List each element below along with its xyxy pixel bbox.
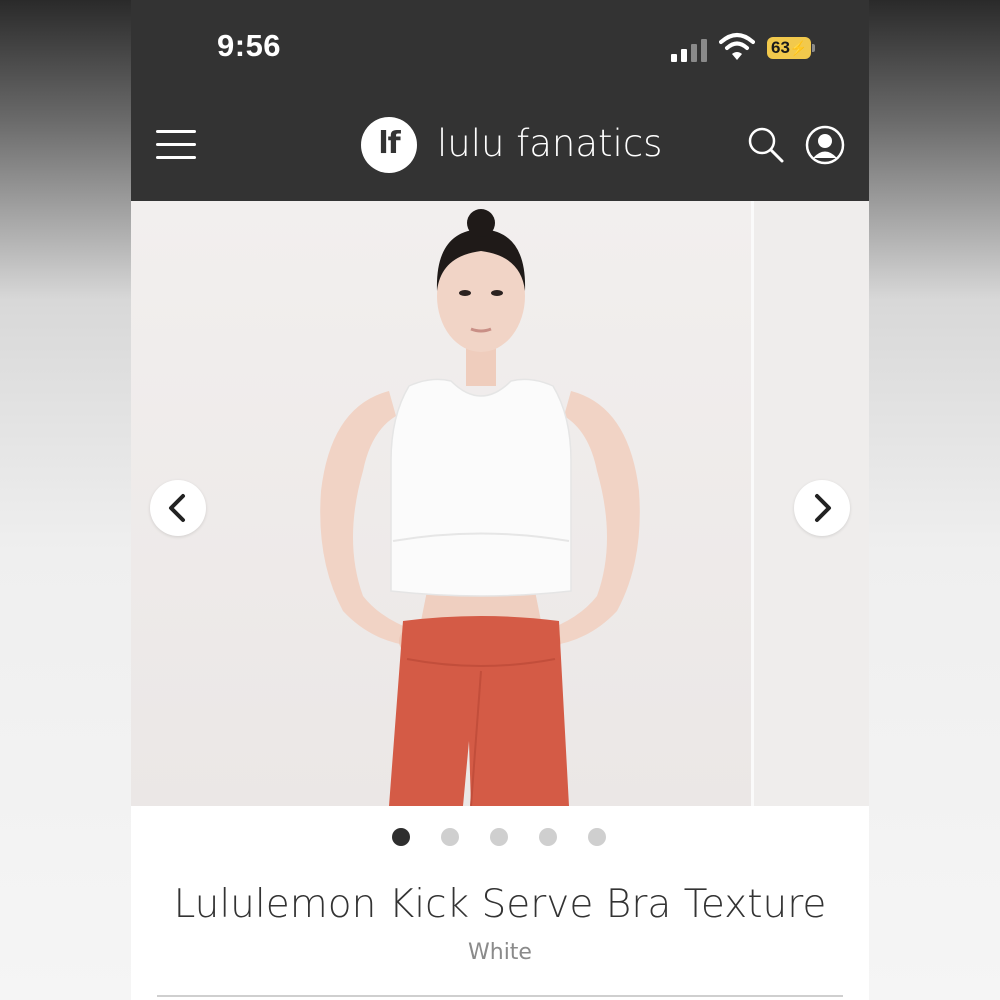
- previous-image-button[interactable]: [150, 480, 206, 536]
- cellular-signal-icon: [671, 38, 709, 62]
- user-account-icon[interactable]: [805, 125, 845, 165]
- carousel-dot-5[interactable]: [588, 828, 606, 846]
- battery-indicator: 63⚡: [767, 37, 815, 59]
- chevron-left-icon: [169, 494, 185, 522]
- product-image-carousel[interactable]: [131, 201, 869, 806]
- carousel-dot-1[interactable]: [392, 828, 410, 846]
- app-header: lf lulu fanatics: [131, 100, 869, 201]
- app-screen: 9:56 63⚡ lf lulu fanatics Lululemon Kick…: [131, 0, 869, 1000]
- carousel-dot-3[interactable]: [490, 828, 508, 846]
- section-divider: [157, 995, 843, 997]
- brand-logo[interactable]: lf: [361, 117, 417, 173]
- charging-bolt-icon: ⚡: [789, 40, 808, 56]
- product-title: Lululemon Kick Serve Bra Texture: [173, 882, 827, 927]
- product-photo[interactable]: [131, 201, 751, 806]
- next-image-button[interactable]: [794, 480, 850, 536]
- chevron-right-icon: [815, 494, 831, 522]
- carousel-dot-2[interactable]: [441, 828, 459, 846]
- carousel-pagination: [131, 826, 869, 848]
- status-time: 9:56: [217, 28, 282, 63]
- search-icon[interactable]: [747, 126, 785, 164]
- battery-level: 63: [771, 38, 790, 57]
- product-color: White: [468, 940, 532, 965]
- brand-name[interactable]: lulu fanatics: [437, 122, 662, 165]
- status-bar: 9:56 63⚡: [131, 0, 869, 100]
- carousel-dot-4[interactable]: [539, 828, 557, 846]
- hamburger-menu-icon[interactable]: [156, 130, 196, 160]
- wifi-icon: [719, 33, 755, 60]
